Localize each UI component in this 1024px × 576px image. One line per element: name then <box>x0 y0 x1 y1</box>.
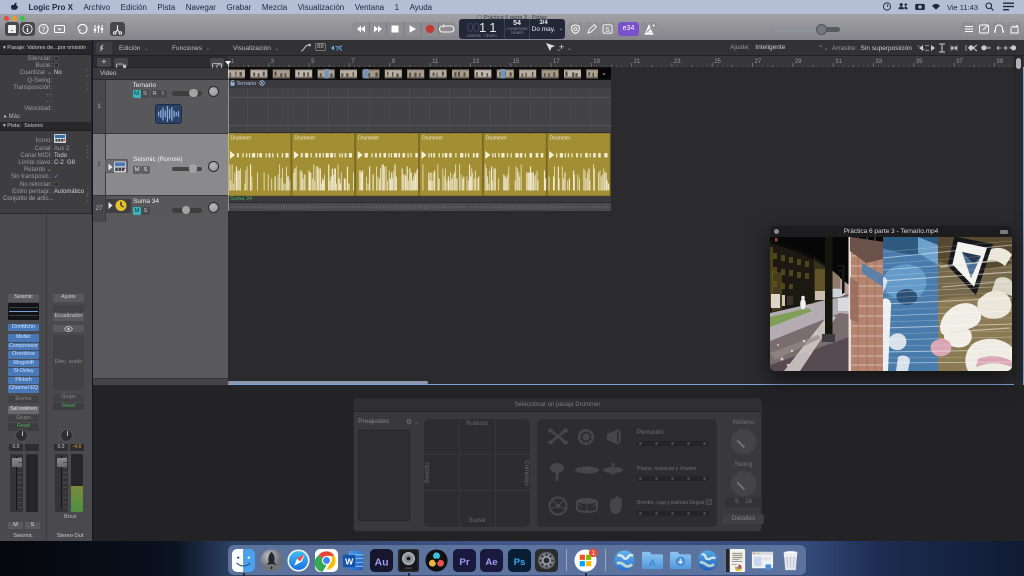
svg-text:Ae: Ae <box>485 556 498 567</box>
svg-text:Drummer: Drummer <box>486 136 507 142</box>
svg-text:23: 23 <box>674 59 681 65</box>
svg-text:S: S <box>605 27 610 34</box>
svg-text:Drummer: Drummer <box>231 136 252 142</box>
svg-text:21: 21 <box>634 59 641 65</box>
svg-text:1: 1 <box>592 550 596 557</box>
svg-text:7: 7 <box>351 59 355 65</box>
svg-text:Pr: Pr <box>459 556 469 567</box>
svg-text:9: 9 <box>392 59 396 65</box>
svg-text:31: 31 <box>835 59 842 65</box>
svg-text:Drummer: Drummer <box>422 136 443 142</box>
svg-text:Drummer: Drummer <box>358 136 379 142</box>
svg-text:3: 3 <box>271 59 275 65</box>
svg-text:27: 27 <box>755 59 762 65</box>
svg-text:33: 33 <box>876 59 883 65</box>
svg-text:5: 5 <box>311 59 315 65</box>
svg-text:29: 29 <box>795 59 802 65</box>
svg-text:1: 1 <box>231 59 235 65</box>
svg-text:35: 35 <box>916 59 923 65</box>
svg-text:W: W <box>345 556 354 566</box>
svg-text:37: 37 <box>956 59 963 65</box>
svg-text:=: = <box>603 72 606 78</box>
svg-text:A: A <box>649 557 656 568</box>
svg-text:Ps: Ps <box>513 556 525 567</box>
svg-text:?: ? <box>42 27 46 34</box>
svg-text:15: 15 <box>513 59 520 65</box>
svg-text:17: 17 <box>553 59 560 65</box>
svg-text:T: T <box>335 46 340 53</box>
svg-text:11: 11 <box>432 59 439 65</box>
svg-text:Au: Au <box>374 556 388 568</box>
svg-text:Drummer: Drummer <box>294 136 315 142</box>
svg-text:13: 13 <box>472 59 479 65</box>
svg-text:25: 25 <box>714 59 721 65</box>
svg-text:19: 19 <box>593 59 600 65</box>
svg-text:Drummer: Drummer <box>550 136 571 142</box>
svg-text:39: 39 <box>996 59 1003 65</box>
